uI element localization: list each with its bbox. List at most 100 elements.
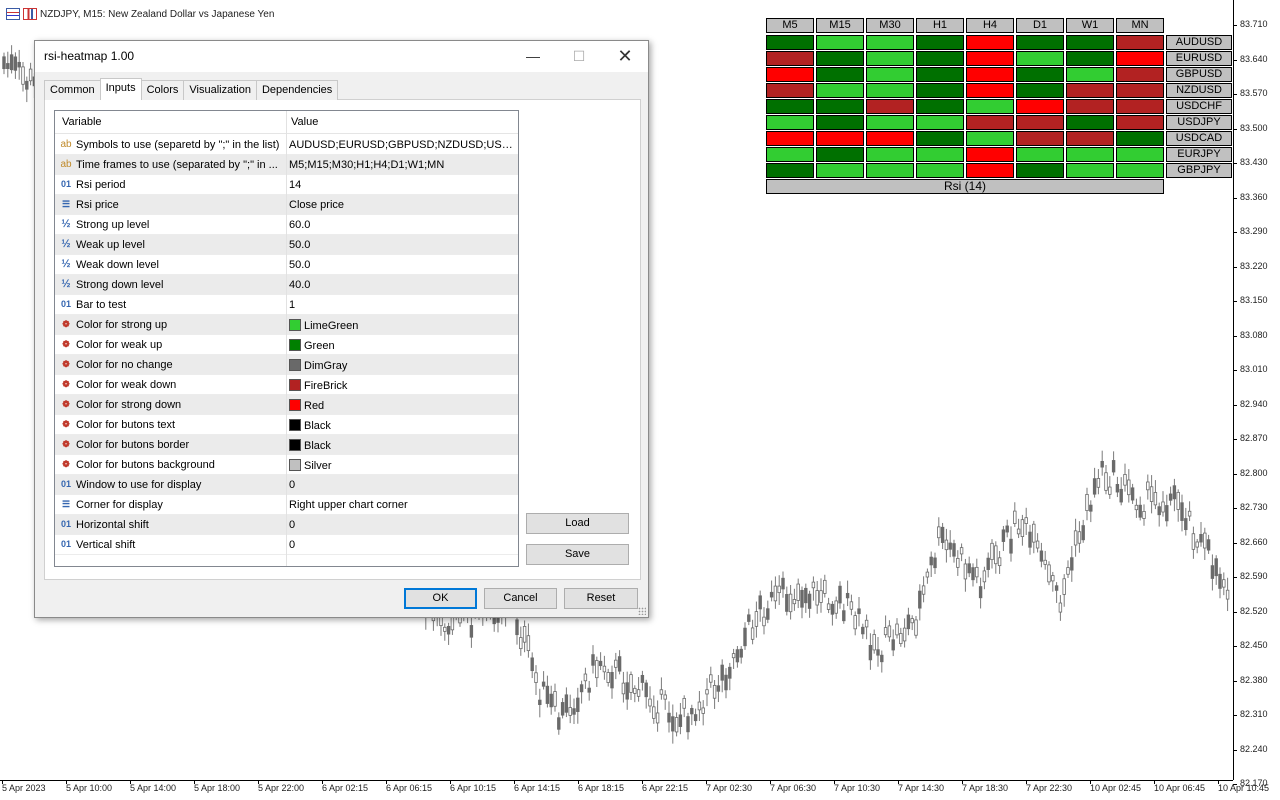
maximize-button[interactable]: ☐ <box>556 41 602 72</box>
input-row[interactable]: 01 Horizontal shift 0 <box>55 515 518 535</box>
load-button[interactable]: Load <box>526 513 629 534</box>
color-swatch[interactable] <box>289 419 301 431</box>
input-value-cell[interactable]: AUDUSD;EURUSD;GBPUSD;NZDUSD;USDCH... <box>289 139 515 151</box>
candle-body <box>633 687 637 694</box>
input-row[interactable]: ab Time frames to use (separated by ";" i… <box>55 155 518 175</box>
input-row[interactable]: ☰ Corner for display Right upper chart cor… <box>55 495 518 515</box>
input-row[interactable]: ❁ Color for strong up LimeGreen <box>55 315 518 335</box>
input-row[interactable]: ½ Strong up level 60.0 <box>55 215 518 235</box>
column-header-variable[interactable]: Variable <box>62 116 102 128</box>
column-header-value[interactable]: Value <box>291 116 318 128</box>
input-row[interactable]: ❁ Color for weak up Green <box>55 335 518 355</box>
heatmap-symbol-button[interactable]: USDCAD <box>1166 131 1232 146</box>
heatmap-symbol-button[interactable]: EURJPY <box>1166 147 1232 162</box>
heatmap-timeframe-button[interactable]: W1 <box>1066 18 1114 33</box>
chart-type-icon[interactable] <box>23 8 37 20</box>
reset-button[interactable]: Reset <box>564 588 638 609</box>
candle-body <box>914 619 918 636</box>
input-value-cell[interactable]: M5;M15;M30;H1;H4;D1;W1;MN <box>289 159 515 171</box>
input-variable-name: Weak down level <box>76 259 159 271</box>
input-value-cell[interactable]: 0 <box>289 539 515 551</box>
candle-body <box>1115 484 1120 493</box>
input-value-cell[interactable]: DimGray <box>289 359 515 372</box>
price-axis[interactable] <box>1233 0 1280 780</box>
heatmap-symbol-button[interactable]: NZDUSD <box>1166 83 1232 98</box>
heatmap-timeframe-button[interactable]: M5 <box>766 18 814 33</box>
input-value-cell[interactable]: Black <box>289 439 515 452</box>
candle-body <box>925 571 930 578</box>
input-row[interactable]: ❁ Color for no change DimGray <box>55 355 518 375</box>
input-value-cell[interactable]: Silver <box>289 459 515 472</box>
input-value-cell[interactable]: 0 <box>289 519 515 531</box>
heatmap-symbol-button[interactable]: EURUSD <box>1166 51 1232 66</box>
color-swatch[interactable] <box>289 439 301 451</box>
input-value-cell[interactable]: 40.0 <box>289 279 515 291</box>
tab-visualization[interactable]: Visualization <box>183 80 257 100</box>
tab-inputs[interactable]: Inputs <box>99 78 142 100</box>
resize-grip-icon[interactable] <box>638 607 646 615</box>
input-value-cell[interactable]: 50.0 <box>289 239 515 251</box>
dialog-titlebar[interactable]: rsi-heatmap 1.00 — ☐ ✕ <box>35 41 648 72</box>
tab-common[interactable]: Common <box>44 80 101 100</box>
heatmap-symbol-button[interactable]: USDCHF <box>1166 99 1232 114</box>
input-value-cell[interactable]: 50.0 <box>289 259 515 271</box>
heatmap-timeframe-button[interactable]: M30 <box>866 18 914 33</box>
color-swatch[interactable] <box>289 399 301 411</box>
heatmap-symbol-button[interactable]: GBPJPY <box>1166 163 1232 178</box>
input-value-cell[interactable]: Red <box>289 399 515 412</box>
color-swatch[interactable] <box>289 359 301 371</box>
input-row[interactable]: ❁ Color for butons border Black <box>55 435 518 455</box>
color-swatch[interactable] <box>289 459 301 471</box>
minimize-button[interactable]: — <box>510 41 556 72</box>
input-row[interactable]: ½ Strong down level 40.0 <box>55 275 518 295</box>
input-row[interactable]: ab Symbols to use (separetd by ";" in the… <box>55 135 518 155</box>
color-swatch[interactable] <box>289 339 301 351</box>
tab-dependencies[interactable]: Dependencies <box>255 80 339 100</box>
heatmap-timeframe-button[interactable]: H1 <box>916 18 964 33</box>
price-tick-text: 82.520 <box>1240 605 1268 616</box>
input-value-cell[interactable]: 1 <box>289 299 515 311</box>
color-swatch[interactable] <box>289 379 301 391</box>
chart-list-icon[interactable] <box>6 8 20 20</box>
heatmap-symbol-button[interactable]: AUDUSD <box>1166 35 1232 50</box>
heatmap-timeframe-button[interactable]: MN <box>1116 18 1164 33</box>
input-row[interactable]: 01 Window to use for display 0 <box>55 475 518 495</box>
candle-body <box>522 626 527 643</box>
input-row[interactable]: ½ Weak down level 50.0 <box>55 255 518 275</box>
candle-body <box>997 557 1002 567</box>
tab-colors[interactable]: Colors <box>140 80 185 100</box>
input-value-cell[interactable]: LimeGreen <box>289 319 515 332</box>
cancel-button[interactable]: Cancel <box>484 588 557 609</box>
heatmap-timeframe-button[interactable]: H4 <box>966 18 1014 33</box>
ok-button[interactable]: OK <box>404 588 477 609</box>
input-value-cell[interactable]: Right upper chart corner <box>289 499 515 511</box>
input-row[interactable]: ❁ Color for strong down Red <box>55 395 518 415</box>
candle-body <box>1073 530 1078 546</box>
input-row[interactable]: ½ Weak up level 50.0 <box>55 235 518 255</box>
input-row[interactable]: ☰ Rsi price Close price <box>55 195 518 215</box>
price-tick-text: 82.450 <box>1240 640 1268 650</box>
input-value-cell[interactable]: 0 <box>289 479 515 491</box>
input-value-cell[interactable]: Black <box>289 419 515 432</box>
input-row[interactable]: ❁ Color for butons background Silver <box>55 455 518 475</box>
input-row[interactable]: 01 Rsi period 14 <box>55 175 518 195</box>
color-swatch[interactable] <box>289 319 301 331</box>
input-value-cell[interactable]: 60.0 <box>289 219 515 231</box>
save-button[interactable]: Save <box>526 544 629 565</box>
inputs-grid[interactable]: Variable Value ab Symbols to use (separet… <box>54 110 519 567</box>
input-row[interactable]: 01 Bar to test 1 <box>55 295 518 315</box>
heatmap-symbol-button[interactable]: USDJPY <box>1166 115 1232 130</box>
input-row[interactable]: ❁ Color for butons text Black <box>55 415 518 435</box>
input-variable-name: Rsi period <box>76 179 126 191</box>
heatmap-timeframe-button[interactable]: D1 <box>1016 18 1064 33</box>
input-row[interactable]: 01 Vertical shift 0 <box>55 535 518 555</box>
candle-body <box>864 619 869 628</box>
heatmap-symbol-button[interactable]: GBPUSD <box>1166 67 1232 82</box>
input-value-cell[interactable]: Close price <box>289 199 515 211</box>
input-value-cell[interactable]: 14 <box>289 179 515 191</box>
input-value-cell[interactable]: FireBrick <box>289 379 515 392</box>
close-button[interactable]: ✕ <box>602 41 648 72</box>
input-value-cell[interactable]: Green <box>289 339 515 352</box>
heatmap-timeframe-button[interactable]: M15 <box>816 18 864 33</box>
input-row[interactable]: ❁ Color for weak down FireBrick <box>55 375 518 395</box>
